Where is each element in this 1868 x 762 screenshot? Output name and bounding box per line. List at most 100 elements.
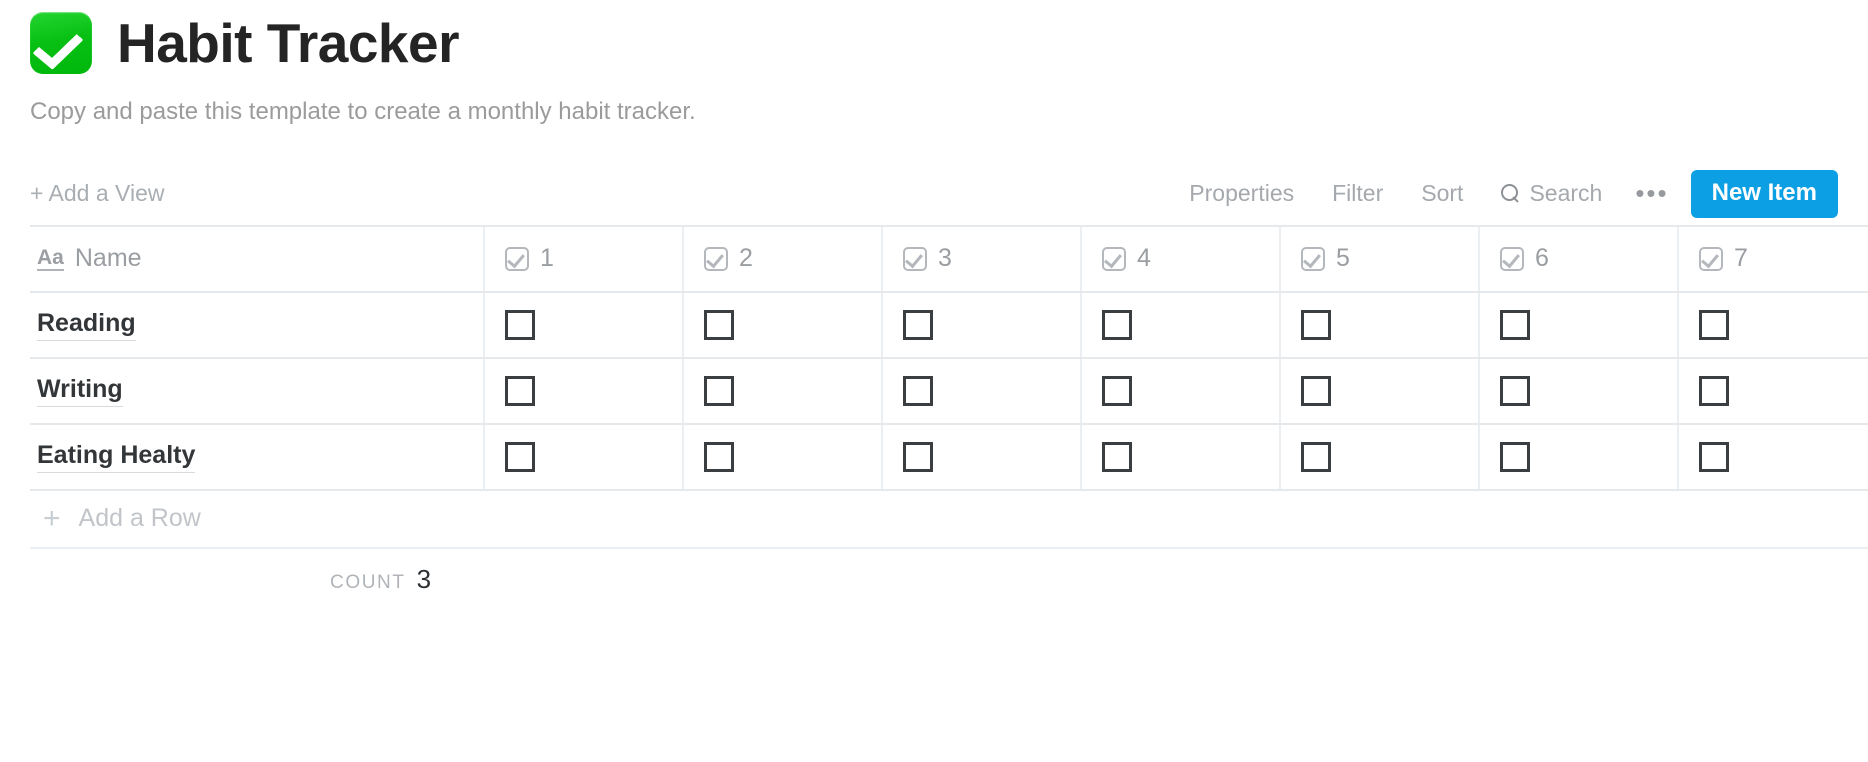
column-header-6-label: 6: [1535, 244, 1549, 273]
checkbox-unchecked-icon[interactable]: [704, 441, 734, 472]
checkbox-unchecked-icon[interactable]: [1699, 309, 1729, 340]
checkbox-unchecked-icon[interactable]: [1301, 375, 1331, 406]
checkbox-unchecked-icon[interactable]: [505, 309, 535, 340]
table-row: Eating Healty: [30, 424, 1868, 491]
checkbox-property-icon: [903, 246, 927, 271]
checkbox-unchecked-icon[interactable]: [1500, 375, 1530, 406]
column-header-6[interactable]: 6: [1480, 226, 1679, 291]
row-name-cell[interactable]: Reading: [30, 292, 485, 357]
checkbox-unchecked-icon[interactable]: [505, 441, 535, 472]
column-header-1-label: 1: [540, 244, 554, 273]
row-checkbox-cell-1[interactable]: [485, 358, 684, 423]
row-checkbox-cell-4[interactable]: [1082, 358, 1281, 423]
toolbar-actions: Properties Filter Sort Search ••• New It…: [1170, 169, 1838, 218]
database-toolbar: + Add a View Properties Filter Sort Sear…: [0, 163, 1868, 225]
checkbox-unchecked-icon[interactable]: [903, 309, 933, 340]
count-summary[interactable]: COUNT 3: [330, 564, 431, 595]
checkbox-property-icon: [1699, 246, 1723, 271]
row-checkbox-cell-4[interactable]: [1082, 292, 1281, 357]
table-header-row: Aa Name 1 2 3 4 5 6 7: [30, 226, 1868, 293]
table-row: Reading: [30, 292, 1868, 359]
row-checkbox-cell-3[interactable]: [883, 358, 1082, 423]
search-icon: [1501, 184, 1520, 203]
row-checkbox-cell-1[interactable]: [485, 424, 684, 489]
row-name-cell[interactable]: Writing: [30, 358, 485, 423]
checkbox-unchecked-icon[interactable]: [903, 441, 933, 472]
checkbox-unchecked-icon[interactable]: [1301, 441, 1331, 472]
row-checkbox-cell-1[interactable]: [485, 292, 684, 357]
add-a-row-label: Add a Row: [78, 504, 201, 533]
column-header-5-label: 5: [1336, 244, 1350, 273]
column-header-2-label: 2: [739, 244, 753, 273]
checkbox-unchecked-icon[interactable]: [1699, 375, 1729, 406]
properties-button[interactable]: Properties: [1170, 180, 1313, 207]
checkbox-unchecked-icon[interactable]: [1102, 309, 1132, 340]
row-checkbox-cell-7[interactable]: [1679, 293, 1868, 357]
row-title-link[interactable]: Reading: [37, 309, 136, 341]
add-a-view-button[interactable]: + Add a View: [30, 180, 165, 207]
row-title-link[interactable]: Eating Healty: [37, 441, 196, 473]
checkbox-property-icon: [1102, 246, 1126, 271]
habit-table: Aa Name 1 2 3 4 5 6 7 Reading Writing Ea…: [30, 224, 1868, 611]
checkbox-property-icon: [1500, 246, 1524, 271]
column-header-3-label: 3: [938, 244, 952, 273]
column-header-7-label: 7: [1734, 244, 1748, 273]
row-checkbox-cell-5[interactable]: [1281, 424, 1480, 489]
search-button[interactable]: Search: [1482, 180, 1619, 207]
column-header-name-label: Name: [74, 244, 142, 273]
search-label: Search: [1529, 180, 1603, 207]
checkbox-unchecked-icon[interactable]: [505, 375, 535, 406]
filter-button[interactable]: Filter: [1313, 180, 1402, 207]
row-checkbox-cell-2[interactable]: [684, 292, 883, 357]
page-title: Habit Tracker: [117, 11, 460, 74]
column-header-2[interactable]: 2: [684, 226, 883, 291]
checkbox-unchecked-icon[interactable]: [1500, 309, 1530, 340]
row-checkbox-cell-6[interactable]: [1480, 424, 1679, 489]
checkbox-unchecked-icon[interactable]: [1102, 375, 1132, 406]
row-checkbox-cell-4[interactable]: [1082, 424, 1281, 489]
ellipsis-icon[interactable]: •••: [1619, 180, 1690, 205]
row-checkbox-cell-7[interactable]: [1679, 359, 1868, 423]
table-footer: COUNT 3: [30, 549, 1868, 611]
checkbox-unchecked-icon[interactable]: [1102, 441, 1132, 472]
row-checkbox-cell-5[interactable]: [1281, 292, 1480, 357]
checkbox-unchecked-icon[interactable]: [704, 375, 734, 406]
plus-icon: +: [43, 501, 61, 535]
column-header-4-label: 4: [1137, 244, 1151, 273]
checkbox-unchecked-icon[interactable]: [1699, 441, 1729, 472]
count-label: COUNT: [330, 572, 406, 594]
row-checkbox-cell-2[interactable]: [684, 358, 883, 423]
checkbox-unchecked-icon[interactable]: [903, 375, 933, 406]
column-header-1[interactable]: 1: [485, 226, 684, 291]
row-checkbox-cell-3[interactable]: [883, 292, 1082, 357]
white-check-mark-emoji-icon: [30, 12, 92, 74]
add-a-row-button[interactable]: + Add a Row: [30, 491, 1868, 549]
checkbox-unchecked-icon[interactable]: [1301, 309, 1331, 340]
column-header-4[interactable]: 4: [1082, 226, 1281, 291]
checkbox-property-icon: [704, 246, 728, 271]
row-checkbox-cell-6[interactable]: [1480, 358, 1679, 423]
row-checkbox-cell-3[interactable]: [883, 424, 1082, 489]
row-title-link[interactable]: Writing: [37, 375, 123, 407]
checkbox-property-icon: [1301, 246, 1325, 271]
new-item-button[interactable]: New Item: [1690, 169, 1838, 218]
column-header-3[interactable]: 3: [883, 226, 1082, 291]
column-header-name[interactable]: Aa Name: [30, 226, 485, 291]
sort-button[interactable]: Sort: [1402, 180, 1482, 207]
row-name-cell[interactable]: Eating Healty: [30, 424, 485, 489]
page-header: Habit Tracker: [0, 0, 1868, 74]
checkbox-unchecked-icon[interactable]: [704, 309, 734, 340]
count-value: 3: [416, 564, 432, 595]
row-checkbox-cell-2[interactable]: [684, 424, 883, 489]
column-header-5[interactable]: 5: [1281, 226, 1480, 291]
table-row: Writing: [30, 358, 1868, 425]
page-subtitle: Copy and paste this template to create a…: [30, 98, 696, 125]
row-checkbox-cell-7[interactable]: [1679, 425, 1868, 489]
checkbox-property-icon: [505, 246, 529, 271]
row-checkbox-cell-5[interactable]: [1281, 358, 1480, 423]
row-checkbox-cell-6[interactable]: [1480, 292, 1679, 357]
page-root: Habit Tracker Copy and paste this templa…: [0, 0, 1868, 762]
column-header-7[interactable]: 7: [1679, 227, 1868, 291]
checkbox-unchecked-icon[interactable]: [1500, 441, 1530, 472]
text-property-icon: Aa: [37, 246, 64, 271]
